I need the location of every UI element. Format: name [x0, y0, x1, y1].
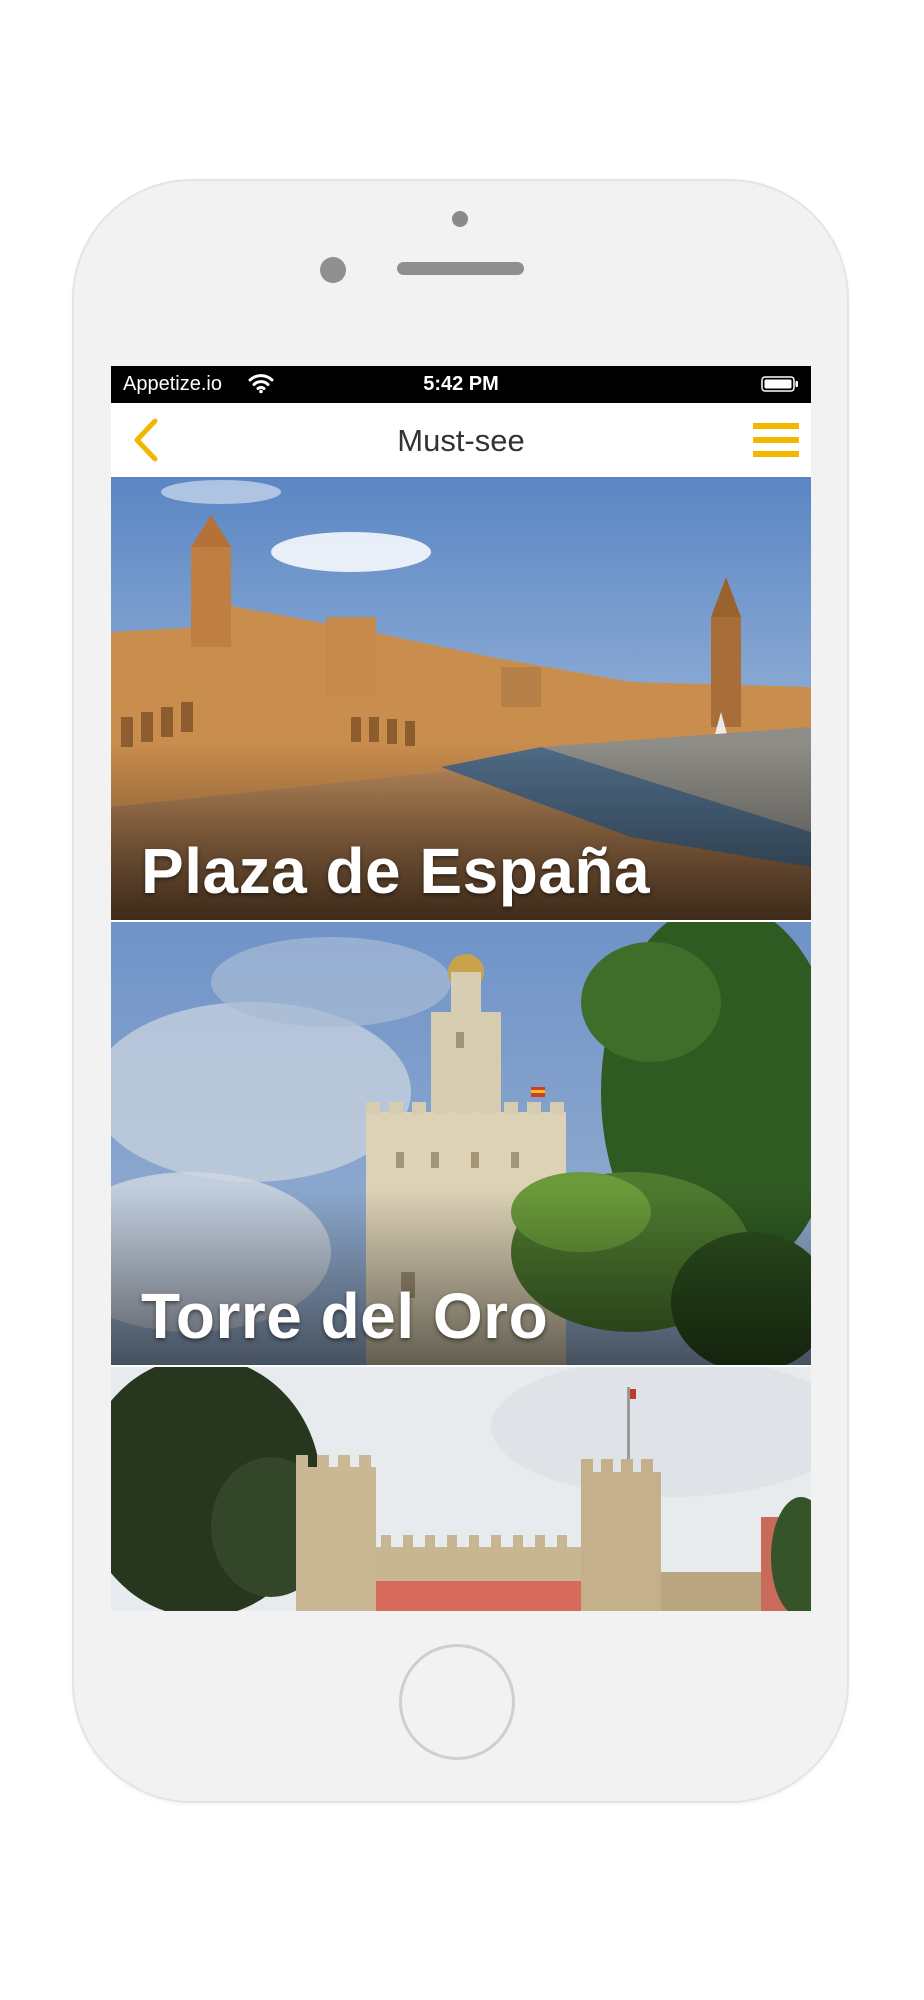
app-screen: Appetize.io 5:42 PM Must-see Plaza de Es…	[111, 366, 811, 1611]
place-title: Plaza de España	[141, 835, 651, 907]
place-card-torre-del-oro[interactable]: Torre del Oro	[111, 922, 811, 1365]
status-time: 5:42 PM	[423, 373, 499, 395]
place-title: Torre del Oro	[141, 1280, 549, 1352]
navigation-bar: Must-see	[111, 403, 811, 477]
battery-icon	[761, 376, 798, 392]
home-button[interactable]	[399, 1644, 515, 1760]
alcazar-photo	[111, 1367, 811, 1611]
status-bar: Appetize.io 5:42 PM	[111, 366, 811, 403]
front-camera	[320, 257, 346, 283]
sensor-dot	[452, 211, 468, 227]
hamburger-menu-icon[interactable]	[753, 421, 799, 459]
place-card-plaza-de-espana[interactable]: Plaza de España	[111, 477, 811, 920]
page-title: Must-see	[397, 423, 525, 458]
earpiece-speaker	[397, 262, 524, 275]
place-card-alcazar[interactable]	[111, 1367, 811, 1611]
